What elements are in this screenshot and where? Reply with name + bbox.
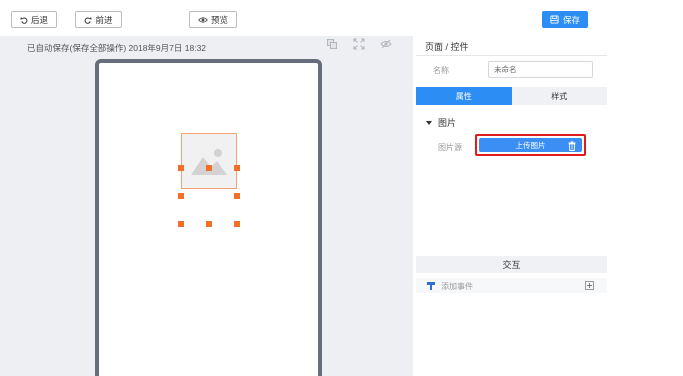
panel-title: 页面 / 控件 (425, 42, 469, 52)
resize-handle[interactable] (178, 165, 184, 171)
plus-icon[interactable] (585, 281, 594, 290)
upload-image-button[interactable]: 上传图片 (479, 138, 582, 152)
panel-divider (416, 55, 607, 56)
name-input[interactable]: 未命名 (488, 61, 593, 78)
fullscreen-icon[interactable] (353, 38, 365, 50)
top-toolbar: 后退 前进 预览 保存 (0, 0, 683, 36)
resize-handle[interactable] (234, 193, 240, 199)
upload-label: 上传图片 (515, 140, 546, 150)
tab-properties[interactable]: 属性 (416, 87, 512, 105)
phone-frame (95, 59, 322, 376)
resize-handle[interactable] (234, 165, 240, 171)
eye-icon (198, 16, 208, 23)
section-title: 图片 (438, 118, 457, 128)
resize-handle[interactable] (178, 221, 184, 227)
add-event-row[interactable]: 添加事件 (416, 278, 607, 293)
redo-button[interactable]: 前进 (75, 11, 122, 28)
autosave-status: 已自动保存(保存全部操作) 2018年9月7日 18:32 (27, 43, 207, 53)
name-label: 名称 (433, 66, 449, 75)
trash-icon[interactable] (568, 141, 576, 151)
preview-button[interactable]: 预览 (189, 11, 237, 28)
image-section-header[interactable]: 图片 (426, 116, 456, 129)
tab-properties-label: 属性 (455, 91, 472, 101)
image-placeholder-icon (191, 149, 227, 175)
undo-button[interactable]: 后退 (11, 11, 57, 28)
copy-icon[interactable] (326, 38, 338, 50)
panel-tabs: 属性 样式 (416, 87, 607, 105)
tab-styles[interactable]: 样式 (511, 87, 607, 105)
tab-styles-label: 样式 (551, 91, 568, 101)
save-button[interactable]: 保存 (542, 11, 588, 28)
canvas-tools (326, 38, 392, 50)
caret-down-icon (426, 120, 432, 125)
resize-handle[interactable] (178, 193, 184, 199)
canvas-area: 已自动保存(保存全部操作) 2018年9月7日 18:32 (0, 36, 413, 376)
image-placeholder[interactable] (181, 133, 237, 189)
save-label: 保存 (562, 14, 580, 25)
name-value: 未命名 (494, 65, 517, 74)
event-icon (427, 282, 435, 290)
redo-icon (85, 16, 93, 24)
resize-handle[interactable] (234, 221, 240, 227)
preview-label: 预览 (210, 14, 228, 25)
hide-icon[interactable] (380, 38, 392, 50)
properties-panel: 页面 / 控件 名称 未命名 属性 样式 图片 图片源 上传图片 交互 添加事件 (416, 36, 607, 376)
add-event-label: 添加事件 (441, 282, 473, 291)
undo-label: 后退 (30, 14, 48, 25)
interaction-header: 交互 (416, 256, 607, 273)
redo-label: 前进 (95, 14, 113, 25)
upload-highlight: 上传图片 (475, 134, 586, 156)
save-icon (550, 15, 559, 24)
resize-handle[interactable] (206, 221, 212, 227)
image-source-label: 图片源 (438, 143, 462, 152)
interaction-title: 交互 (502, 260, 521, 270)
undo-icon (20, 16, 28, 24)
resize-handle[interactable] (206, 165, 212, 171)
